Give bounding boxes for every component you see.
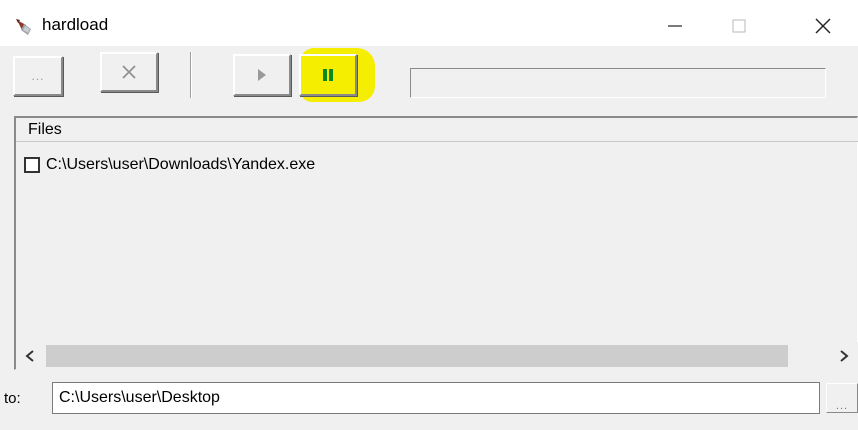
x-icon (122, 65, 136, 79)
browse-button[interactable]: ... (13, 56, 63, 96)
destination-browse-label: ... (835, 400, 849, 412)
scroll-left-button[interactable] (16, 342, 44, 370)
cancel-button[interactable] (100, 52, 158, 92)
list-item[interactable]: C:\Users\user\Downloads\Yandex.exe (24, 154, 315, 176)
minimize-button[interactable] (652, 6, 698, 46)
chevron-left-icon (25, 350, 34, 362)
scroll-right-button[interactable] (830, 342, 858, 370)
files-column-header[interactable]: Files (16, 118, 858, 142)
close-icon (815, 18, 831, 34)
window-title: hardload (42, 15, 109, 34)
files-header-label: Files (28, 121, 62, 138)
horizontal-scrollbar[interactable] (16, 342, 858, 370)
destination-input[interactable] (52, 382, 820, 414)
main-window-body: ... Files C:\Users\user\Downloads\Yandex… (0, 46, 858, 430)
download-progress-bar (410, 68, 826, 98)
maximize-icon (732, 19, 746, 33)
scroll-thumb[interactable] (46, 345, 788, 367)
pause-icon (323, 69, 333, 81)
file-path: C:\Users\user\Downloads\Yandex.exe (46, 156, 316, 173)
file-list: Files C:\Users\user\Downloads\Yandex.exe (14, 116, 858, 370)
file-checkbox[interactable] (24, 157, 40, 173)
toolbar-separator (190, 52, 192, 98)
destination-label: to: (4, 390, 21, 407)
title-bar: hardload (0, 6, 858, 46)
close-button[interactable] (800, 6, 846, 46)
maximize-button[interactable] (716, 6, 762, 46)
browse-label: ... (31, 69, 45, 83)
pause-button[interactable] (299, 54, 357, 96)
shovel-icon (16, 19, 31, 35)
play-button[interactable] (233, 54, 291, 96)
chevron-right-icon (840, 350, 849, 362)
minimize-icon (668, 25, 682, 27)
destination-browse-button[interactable]: ... (826, 383, 858, 413)
play-icon (258, 69, 266, 81)
